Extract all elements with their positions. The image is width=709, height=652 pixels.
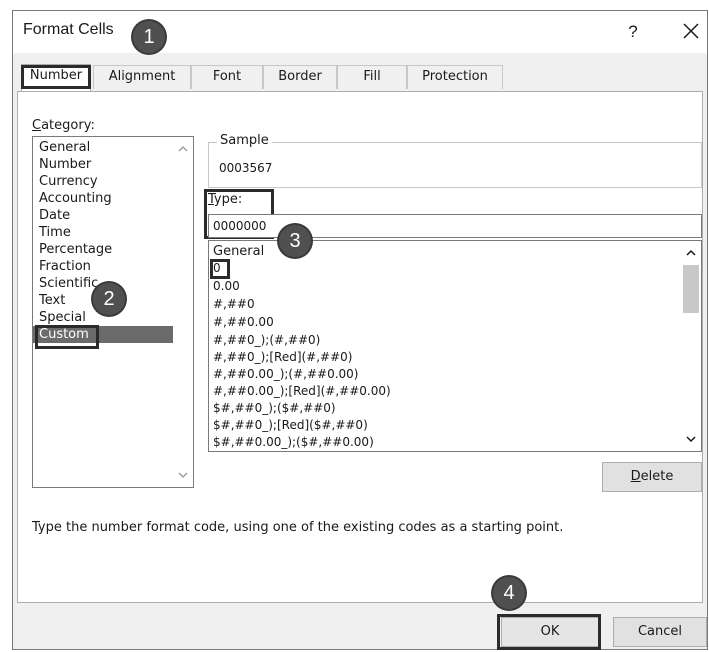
tab-protection-label: Protection <box>422 69 488 84</box>
category-label: Category: <box>32 118 95 133</box>
format-zero-highlight <box>210 259 230 279</box>
tab-border[interactable]: Border <box>263 65 337 89</box>
tab-border-label: Border <box>278 69 322 84</box>
category-item-accounting[interactable]: Accounting <box>33 190 173 207</box>
tab-fill-label: Fill <box>363 69 381 84</box>
category-custom-highlight <box>35 325 99 349</box>
tab-strip: Number Alignment Font Border Fill Protec… <box>17 64 707 91</box>
delete-button[interactable]: Delete <box>602 462 702 492</box>
callout-1: 1 <box>133 21 165 53</box>
tab-number-highlight <box>21 65 91 89</box>
tab-fill[interactable]: Fill <box>337 65 407 89</box>
cancel-button-label: Cancel <box>637 624 683 639</box>
format-item[interactable]: #,##0_);[Red](#,##0) <box>213 349 352 366</box>
scroll-up-icon[interactable] <box>685 247 697 259</box>
format-list-scrollbar[interactable] <box>681 241 701 451</box>
format-item[interactable]: 0.00 <box>213 278 240 295</box>
format-item[interactable]: $#,##0_);($#,##0) <box>213 400 336 417</box>
scroll-down-icon[interactable] <box>685 433 697 445</box>
callout-4: 4 <box>493 577 525 609</box>
delete-button-label: elete <box>640 469 674 484</box>
format-item[interactable]: #,##0 <box>213 296 255 313</box>
sample-group: Sample 0003567 <box>208 133 702 188</box>
close-icon <box>683 23 699 39</box>
format-item[interactable]: #,##0.00_);[Red](#,##0.00) <box>213 383 391 400</box>
category-item-date[interactable]: Date <box>33 207 173 224</box>
category-item-general[interactable]: General <box>33 139 173 156</box>
scroll-down-icon[interactable] <box>177 469 189 481</box>
category-scrollbar[interactable] <box>173 137 193 487</box>
category-item-currency[interactable]: Currency <box>33 173 173 190</box>
ok-button-highlight <box>497 614 601 650</box>
category-label-text: ategory: <box>41 118 95 133</box>
number-tab-panel: Category: General Number Currency Accoun… <box>17 91 703 603</box>
format-item[interactable]: #,##0_);(#,##0) <box>213 332 320 349</box>
tab-font[interactable]: Font <box>191 65 263 89</box>
category-item-fraction[interactable]: Fraction <box>33 258 173 275</box>
category-label-accesskey: C <box>32 118 42 133</box>
format-item[interactable]: #,##0.00 <box>213 314 274 331</box>
scroll-up-icon[interactable] <box>177 143 189 155</box>
format-list-scroll-thumb[interactable] <box>683 265 699 313</box>
hint-text: Type the number format code, using one o… <box>32 520 564 535</box>
format-item[interactable]: #,##0.00_);(#,##0.00) <box>213 366 358 383</box>
callout-3: 3 <box>279 225 311 257</box>
close-button[interactable] <box>677 17 705 45</box>
delete-button-accesskey: D <box>630 469 641 484</box>
dialog-title: Format Cells <box>23 21 114 38</box>
tab-protection[interactable]: Protection <box>407 65 503 89</box>
cancel-button[interactable]: Cancel <box>613 617 707 647</box>
title-bar: Format Cells ? <box>13 11 707 53</box>
format-item[interactable]: $#,##0.00_);($#,##0.00) <box>213 434 374 451</box>
format-code-list[interactable]: General 0 0.00 #,##0 #,##0.00 #,##0_);(#… <box>208 240 702 452</box>
tab-alignment-label: Alignment <box>108 69 176 84</box>
category-item-time[interactable]: Time <box>33 224 173 241</box>
sample-value: 0003567 <box>219 161 273 175</box>
tab-font-label: Font <box>212 69 242 84</box>
help-button[interactable]: ? <box>621 19 645 45</box>
format-item[interactable]: General <box>213 243 264 260</box>
format-cells-dialog: Format Cells ? 1 Number Alignment Font B… <box>12 10 708 650</box>
tab-alignment[interactable]: Alignment <box>93 65 191 89</box>
callout-2: 2 <box>93 283 125 315</box>
format-item[interactable]: $#,##0_);[Red]($#,##0) <box>213 417 368 434</box>
sample-legend: Sample <box>217 133 272 148</box>
category-item-percentage[interactable]: Percentage <box>33 241 173 258</box>
category-item-number[interactable]: Number <box>33 156 173 173</box>
